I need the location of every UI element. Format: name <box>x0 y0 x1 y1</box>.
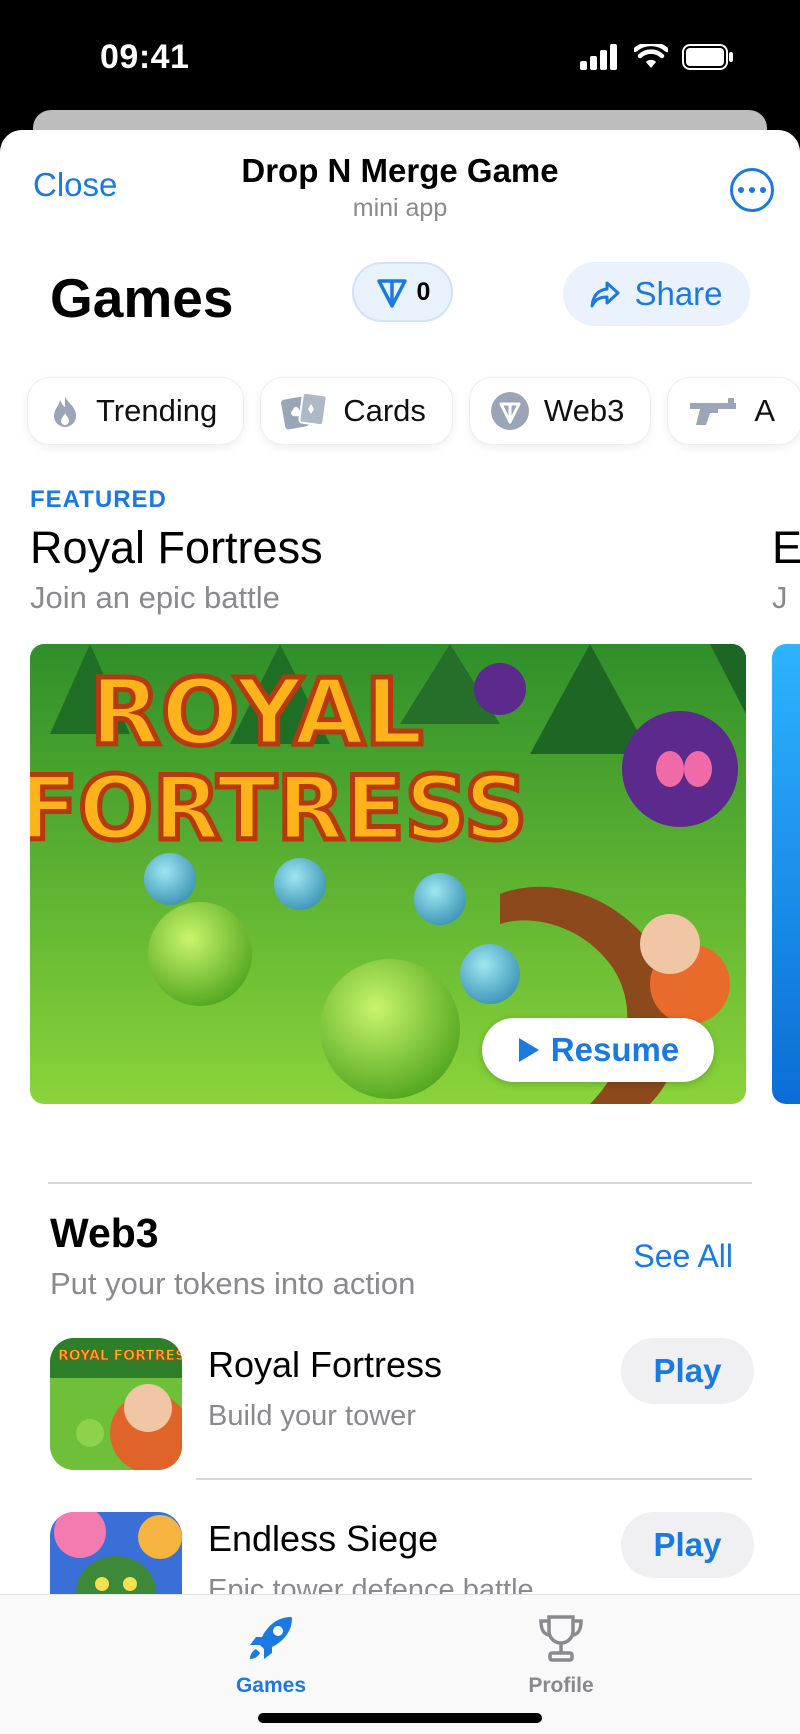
row-divider <box>196 1478 752 1480</box>
chip-cards[interactable]: Cards <box>261 378 452 444</box>
next-featured-title: E <box>772 522 800 573</box>
status-time: 09:41 <box>100 38 190 76</box>
more-options-button[interactable] <box>730 168 774 212</box>
battery-icon <box>682 44 733 70</box>
tab-label: Games <box>235 1674 307 1697</box>
more-dots-icon <box>738 187 744 193</box>
featured-label: FEATURED <box>30 486 167 513</box>
game-row-royal-fortress[interactable]: ROYAL FORTRESS Royal Fortress Build your… <box>50 1338 754 1470</box>
bottom-tab-bar: Games Profile <box>0 1594 800 1734</box>
next-featured-banner[interactable] <box>772 644 800 1104</box>
ton-icon <box>490 391 530 431</box>
next-featured-subtitle: J <box>772 580 788 615</box>
chip-label: Cards <box>343 393 426 428</box>
chip-trending[interactable]: Trending <box>28 378 244 444</box>
signal-icon <box>580 44 617 70</box>
section-divider <box>48 1182 752 1184</box>
thumb-title: ROYAL FORTRESS <box>58 1348 182 1364</box>
resume-label: Resume <box>550 1031 680 1068</box>
see-all-link[interactable]: See All <box>633 1238 733 1275</box>
share-arrow-icon <box>590 281 620 308</box>
app-subtitle: mini app <box>352 194 448 222</box>
game-name: Endless Siege <box>208 1518 439 1559</box>
status-icons <box>580 44 734 70</box>
game-thumbnail: ROYAL FORTRESS <box>50 1338 182 1470</box>
ton-icon <box>376 279 407 308</box>
mini-app-header: Close Drop N Merge Game mini app <box>0 130 800 240</box>
game-description: Build your tower <box>208 1400 416 1432</box>
play-button[interactable]: Play <box>621 1512 754 1578</box>
tab-label: Profile <box>528 1674 594 1697</box>
cards-icon <box>281 392 329 430</box>
category-chips: Trending Cards Web3 A <box>28 378 800 444</box>
trophy-icon <box>539 1615 583 1662</box>
section-title: Web3 <box>50 1210 159 1256</box>
gun-icon <box>688 394 740 428</box>
home-indicator <box>258 1713 542 1723</box>
chip-action[interactable]: A <box>668 378 800 444</box>
mini-app-sheet: Close Drop N Merge Game mini app Games 0… <box>0 130 800 1734</box>
play-icon <box>518 1038 539 1062</box>
share-button[interactable]: Share <box>563 262 750 326</box>
rocket-icon <box>250 1617 292 1659</box>
chip-web3[interactable]: Web3 <box>469 378 651 444</box>
tab-games[interactable]: Games <box>191 1613 351 1698</box>
chip-label: Web3 <box>543 393 625 428</box>
page-title: Games <box>50 267 234 329</box>
resume-button[interactable]: Resume <box>482 1018 714 1082</box>
app-title: Drop N Merge Game <box>241 152 559 189</box>
coin-count: 0 <box>416 277 431 306</box>
status-bar: 09:41 <box>0 0 800 120</box>
featured-title: Royal Fortress <box>30 522 323 573</box>
banner-title-line2: FORTRESS <box>30 757 527 860</box>
coin-balance-badge[interactable]: 0 <box>352 262 453 322</box>
share-label: Share <box>634 275 723 312</box>
game-name: Royal Fortress <box>208 1344 443 1385</box>
flame-icon <box>48 394 82 428</box>
banner-title-line1: ROYAL <box>90 659 423 766</box>
play-button[interactable]: Play <box>621 1338 754 1404</box>
wifi-icon <box>634 44 668 68</box>
tab-profile[interactable]: Profile <box>481 1613 641 1698</box>
games-header: Games 0 Share <box>0 240 800 360</box>
featured-subtitle: Join an epic battle <box>30 580 280 615</box>
chip-label: A <box>754 393 776 428</box>
chip-label: Trending <box>96 393 218 428</box>
section-subtitle: Put your tokens into action <box>50 1266 416 1301</box>
